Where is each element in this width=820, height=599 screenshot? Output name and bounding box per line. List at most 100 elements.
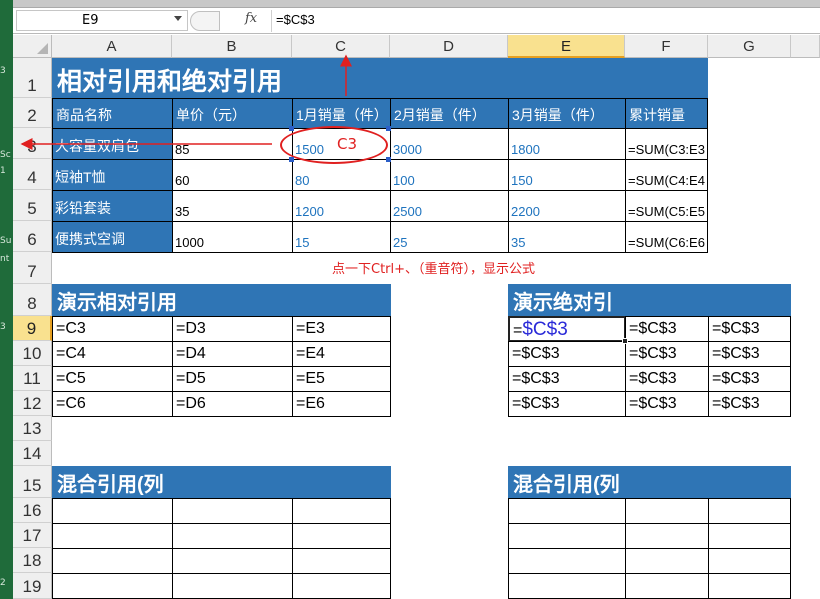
empty-cell[interactable] (508, 573, 626, 599)
absolute-cell[interactable]: =$C$3 (625, 341, 709, 367)
relative-cell[interactable]: =C5 (52, 366, 173, 392)
cell-jan-sales[interactable]: 15 (292, 221, 391, 253)
empty-cell[interactable] (708, 498, 791, 524)
empty-cell[interactable] (172, 498, 293, 524)
row-header-1[interactable]: 1 (13, 58, 52, 98)
relative-cell[interactable]: =E6 (292, 391, 391, 417)
header-jan-sales[interactable]: 1月销量（件） (292, 98, 391, 129)
insert-function-icon[interactable]: fx (245, 11, 257, 26)
empty-cell[interactable] (52, 498, 173, 524)
column-header-b[interactable]: B (172, 35, 292, 58)
empty-cell[interactable] (52, 523, 173, 549)
cell-total-formula[interactable]: =SUM(C4:E4 (625, 159, 708, 191)
column-header-g[interactable]: G (708, 35, 791, 58)
cell-product-name[interactable]: 彩铅套装 (52, 190, 173, 222)
active-cell-editing[interactable]: =$C$3 (508, 316, 626, 342)
empty-cell[interactable] (172, 523, 293, 549)
cell-product-name[interactable]: 便携式空调 (52, 221, 173, 253)
header-unit-price[interactable]: 单价（元） (172, 98, 293, 129)
empty-cell[interactable] (52, 548, 173, 574)
selection-handle[interactable] (289, 126, 294, 131)
column-header-f[interactable]: F (625, 35, 708, 58)
row-header-3[interactable]: 3 (13, 128, 52, 159)
cell-product-name[interactable]: 短袖T恤 (52, 159, 173, 191)
row-header-7[interactable]: 7 (13, 252, 52, 284)
absolute-cell[interactable]: =$C$3 (708, 316, 791, 342)
relative-cell[interactable]: =C6 (52, 391, 173, 417)
relative-cell[interactable]: =C3 (52, 316, 173, 342)
absolute-cell[interactable]: =$C$3 (508, 366, 626, 392)
relative-cell[interactable]: =D4 (172, 341, 293, 367)
selection-handle[interactable] (386, 126, 391, 131)
row-header-14[interactable]: 14 (13, 441, 52, 466)
absolute-cell[interactable]: =$C$3 (625, 366, 709, 392)
column-header-h[interactable] (791, 35, 820, 58)
cell-mar-sales[interactable]: 1800 (508, 128, 626, 160)
chevron-down-icon[interactable] (174, 16, 182, 21)
empty-cell[interactable] (708, 573, 791, 599)
absolute-cell[interactable]: =$C$3 (708, 391, 791, 417)
cell-feb-sales[interactable]: 100 (390, 159, 509, 191)
empty-cell[interactable] (172, 548, 293, 574)
relative-cell[interactable]: =D3 (172, 316, 293, 342)
selection-handle[interactable] (289, 157, 294, 162)
cell-product-name[interactable]: 大容量双肩包 (52, 128, 173, 160)
row-header-19[interactable]: 19 (13, 573, 52, 599)
selection-handle[interactable] (386, 157, 391, 162)
absolute-cell[interactable]: =$C$3 (708, 366, 791, 392)
column-header-c[interactable]: C (292, 35, 390, 58)
row-header-2[interactable]: 2 (13, 98, 52, 128)
empty-cell[interactable] (708, 523, 791, 549)
cell-feb-sales[interactable]: 2500 (390, 190, 509, 222)
cell-mar-sales[interactable]: 150 (508, 159, 626, 191)
section-title-mixed-left[interactable]: 混合引用(列 (52, 466, 391, 498)
cell-jan-sales[interactable]: 1200 (292, 190, 391, 222)
row-header-18[interactable]: 18 (13, 548, 52, 573)
cell-price[interactable]: 35 (172, 190, 293, 222)
empty-cell[interactable] (625, 523, 709, 549)
empty-cell[interactable] (508, 498, 626, 524)
header-product-name[interactable]: 商品名称 (52, 98, 173, 129)
absolute-cell[interactable]: =$C$3 (508, 341, 626, 367)
cell-total-formula[interactable]: =SUM(C3:E3 (625, 128, 708, 160)
header-total-sales[interactable]: 累计销量 (625, 98, 708, 129)
row-header-11[interactable]: 11 (13, 366, 52, 391)
empty-cell[interactable] (625, 548, 709, 574)
row-header-6[interactable]: 6 (13, 221, 52, 252)
absolute-cell[interactable]: =$C$3 (508, 391, 626, 417)
empty-cell[interactable] (508, 523, 626, 549)
row-header-17[interactable]: 17 (13, 523, 52, 548)
row-header-4[interactable]: 4 (13, 159, 52, 190)
cell-price[interactable]: 1000 (172, 221, 293, 253)
section-title-relative[interactable]: 演示相对引用 (52, 284, 391, 316)
row-header-16[interactable]: 16 (13, 498, 52, 523)
relative-cell[interactable]: =E3 (292, 316, 391, 342)
header-feb-sales[interactable]: 2月销量（件） (390, 98, 509, 129)
relative-cell[interactable]: =C4 (52, 341, 173, 367)
row-header-15[interactable]: 15 (13, 466, 52, 498)
name-box[interactable]: E9 (16, 10, 188, 31)
header-mar-sales[interactable]: 3月销量（件） (508, 98, 626, 129)
empty-cell[interactable] (292, 498, 391, 524)
empty-cell[interactable] (708, 548, 791, 574)
cell-mar-sales[interactable]: 35 (508, 221, 626, 253)
row-header-9[interactable]: 9 (13, 316, 52, 341)
select-all-button[interactable] (13, 35, 52, 58)
relative-cell[interactable]: =E4 (292, 341, 391, 367)
row-header-8[interactable]: 8 (13, 284, 52, 316)
row-header-5[interactable]: 5 (13, 190, 52, 221)
main-title[interactable]: 相对引用和绝对引用 (52, 58, 708, 98)
section-title-absolute[interactable]: 演示绝对引 (508, 284, 791, 316)
empty-cell[interactable] (52, 573, 173, 599)
cell-total-formula[interactable]: =SUM(C5:E5 (625, 190, 708, 222)
cell-feb-sales[interactable]: 3000 (390, 128, 509, 160)
absolute-cell[interactable]: =$C$3 (625, 391, 709, 417)
row-header-13[interactable]: 13 (13, 416, 52, 441)
cell-total-formula[interactable]: =SUM(C6:E6 (625, 221, 708, 253)
column-header-a[interactable]: A (52, 35, 172, 58)
cell-feb-sales[interactable]: 25 (390, 221, 509, 253)
empty-cell[interactable] (292, 573, 391, 599)
column-header-e[interactable]: E (508, 35, 625, 58)
cell-mar-sales[interactable]: 2200 (508, 190, 626, 222)
empty-cell[interactable] (625, 573, 709, 599)
